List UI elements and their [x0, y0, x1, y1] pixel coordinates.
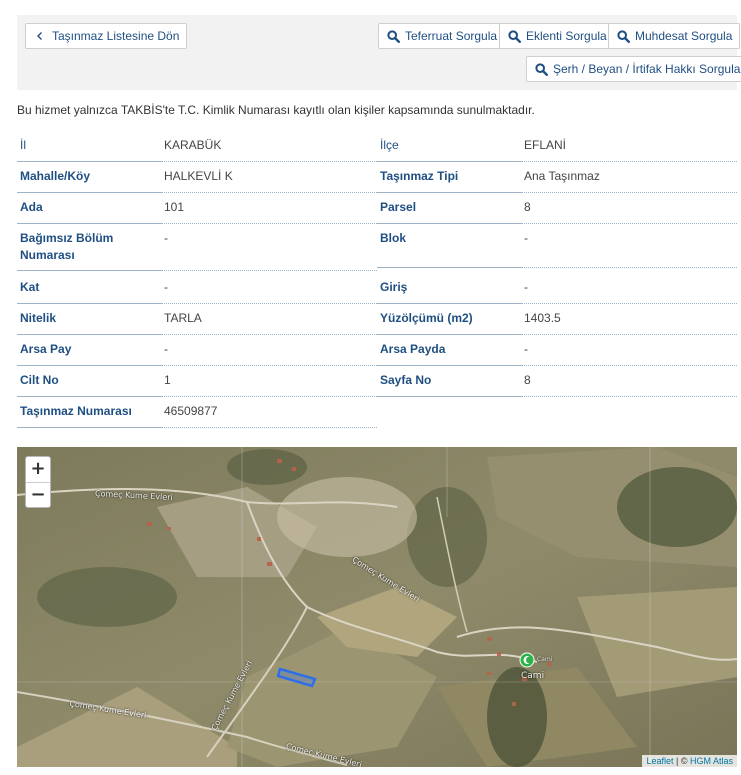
blok-label: Blok — [377, 223, 522, 268]
detail-row-tip: Taşınmaz Tipi Ana Taşınmaz — [377, 161, 737, 193]
arsa-payda-label: Arsa Payda — [377, 334, 522, 366]
back-to-list-button[interactable]: Taşınmaz Listesine Dön — [25, 23, 188, 49]
detail-row-numara: Taşınmaz Numarası 46509877 — [17, 396, 377, 428]
il-label: İl — [17, 130, 162, 162]
serh-beyan-irtifak-sorgula-label: Şerh / Beyan / İrtifak Hakkı Sorgula — [553, 62, 741, 76]
cilt-value: 1 — [164, 373, 171, 387]
detail-row-cilt: Cilt No 1 — [17, 365, 377, 397]
cilt-label: Cilt No — [17, 365, 162, 397]
detail-row-giris: Giriş - — [377, 272, 737, 304]
ada-label: Ada — [17, 192, 162, 224]
map-attribution: Leaflet | © HGM Atlas — [642, 755, 737, 767]
muhdesat-sorgula-label: Muhdesat Sorgula — [635, 29, 733, 43]
search-icon — [507, 29, 521, 43]
ilce-label: İlçe — [377, 130, 522, 162]
zoom-in-button[interactable]: + — [26, 457, 50, 482]
detail-row-parsel: Parsel 8 — [377, 192, 737, 224]
nitelik-value: TARLA — [164, 311, 202, 325]
numara-label: Taşınmaz Numarası — [17, 396, 162, 428]
yuzolcumu-label: Yüzölçümü (m2) — [377, 303, 522, 335]
action-toolbar: Taşınmaz Listesine Dön Teferruat Sorgula… — [17, 15, 741, 90]
parcel-map[interactable]: Cami Cami Çomeç Kume Evleri Çomeç Kume E… — [17, 447, 737, 767]
attribution-separator: | © — [673, 756, 690, 766]
detail-row-blok: Blok - — [377, 223, 737, 268]
tip-value: Ana Taşınmaz — [524, 169, 600, 183]
service-notice: Bu hizmet yalnızca TAKBİS'te T.C. Kimlik… — [17, 103, 535, 117]
detail-row-ada: Ada 101 — [17, 192, 377, 224]
arsa-pay-value: - — [164, 342, 168, 356]
sayfa-label: Sayfa No — [377, 365, 522, 397]
eklenti-sorgula-button[interactable]: Eklenti Sorgula — [499, 23, 615, 49]
search-icon — [534, 62, 548, 76]
mosque-marker[interactable] — [519, 652, 535, 673]
search-icon — [386, 29, 400, 43]
map-label-poi: Cami — [537, 656, 553, 663]
kat-label: Kat — [17, 272, 162, 304]
detail-row-yuzolcumu: Yüzölçümü (m2) 1403.5 — [377, 303, 737, 335]
yuzolcumu-value: 1403.5 — [524, 311, 561, 325]
detail-row-ilce: İlçe EFLANİ — [377, 130, 737, 162]
mahalle-value: HALKEVLİ K — [164, 169, 233, 183]
arsa-payda-value: - — [524, 342, 528, 356]
detail-row-mahalle: Mahalle/Köy HALKEVLİ K — [17, 161, 377, 193]
search-icon — [616, 29, 630, 43]
back-to-list-label: Taşınmaz Listesine Dön — [52, 29, 180, 43]
parcel-outline[interactable] — [277, 665, 319, 689]
giris-value: - — [524, 280, 528, 294]
detail-row-il: İl KARABÜK — [17, 130, 377, 162]
bagimsiz-label: Bağımsız Bölüm Numarası — [17, 223, 162, 271]
sayfa-value: 8 — [524, 373, 531, 387]
teferruat-sorgula-label: Teferruat Sorgula — [405, 29, 498, 43]
bagimsiz-value: - — [164, 231, 168, 245]
detail-row-kat: Kat - — [17, 272, 377, 304]
blok-value: - — [524, 231, 528, 245]
mahalle-label: Mahalle/Köy — [17, 161, 162, 193]
tip-label: Taşınmaz Tipi — [377, 161, 522, 193]
nitelik-label: Nitelik — [17, 303, 162, 335]
detail-row-arsa-payda: Arsa Payda - — [377, 334, 737, 366]
detail-row-nitelik: Nitelik TARLA — [17, 303, 377, 335]
parsel-value: 8 — [524, 200, 531, 214]
map-label-cami: Cami — [521, 671, 545, 681]
hgm-atlas-link[interactable]: HGM Atlas — [690, 756, 733, 766]
mosque-icon — [519, 652, 535, 668]
ilce-value: EFLANİ — [524, 138, 567, 152]
detail-row-arsa-pay: Arsa Pay - — [17, 334, 377, 366]
zoom-control: + − — [25, 456, 51, 508]
numara-value: 46509877 — [164, 404, 218, 418]
il-value: KARABÜK — [164, 138, 222, 152]
eklenti-sorgula-label: Eklenti Sorgula — [526, 29, 607, 43]
detail-row-sayfa: Sayfa No 8 — [377, 365, 737, 397]
teferruat-sorgula-button[interactable]: Teferruat Sorgula — [378, 23, 506, 49]
muhdesat-sorgula-button[interactable]: Muhdesat Sorgula — [608, 23, 741, 49]
giris-label: Giriş — [377, 272, 522, 304]
chevron-left-icon — [33, 29, 47, 43]
detail-row-bagimsiz: Bağımsız Bölüm Numarası - — [17, 223, 377, 271]
arsa-pay-label: Arsa Pay — [17, 334, 162, 366]
zoom-out-button[interactable]: − — [26, 482, 50, 507]
parsel-label: Parsel — [377, 192, 522, 224]
ada-value: 101 — [164, 200, 185, 214]
leaflet-link[interactable]: Leaflet — [646, 756, 673, 766]
serh-beyan-irtifak-sorgula-button[interactable]: Şerh / Beyan / İrtifak Hakkı Sorgula — [526, 56, 741, 82]
kat-value: - — [164, 280, 168, 294]
